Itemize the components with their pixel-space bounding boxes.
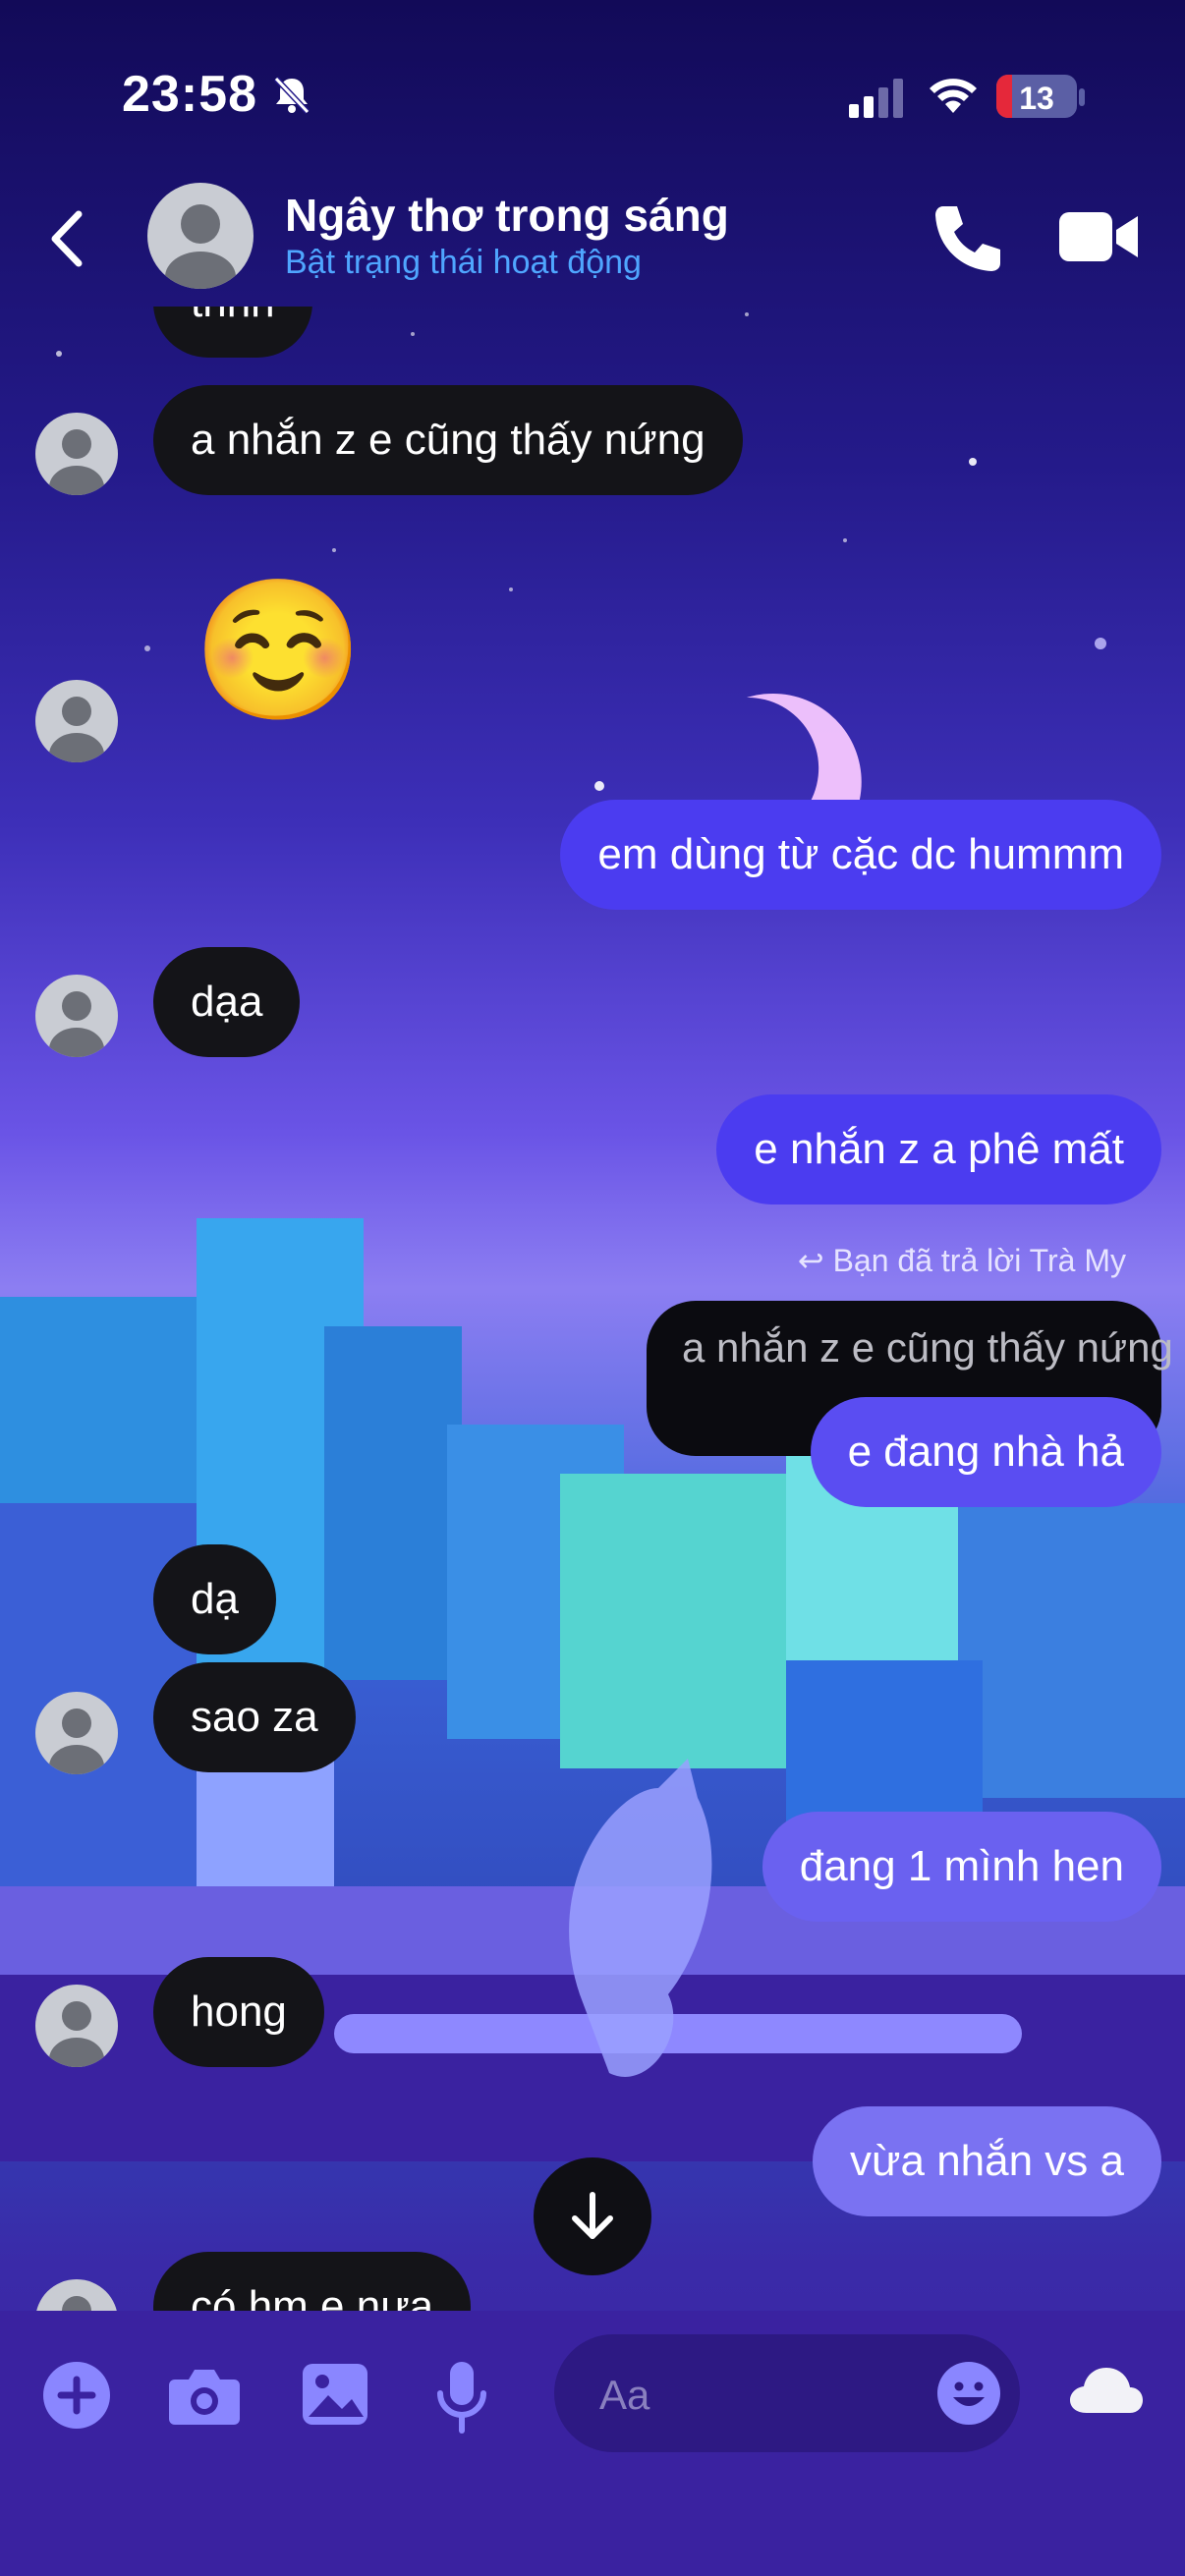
message-list[interactable]: tnhh a nhắn z e cũng thấy nứng ☺️ em dùn… bbox=[0, 307, 1185, 2311]
cloud-icon[interactable] bbox=[1069, 2362, 1144, 2421]
battery-level: 13 bbox=[1019, 81, 1054, 116]
reply-arrow-icon: ↩ bbox=[797, 1243, 833, 1278]
plus-icon[interactable] bbox=[41, 2360, 112, 2431]
activity-status-link[interactable]: Bật trạng thái hoạt động bbox=[285, 244, 642, 282]
sender-avatar[interactable] bbox=[35, 975, 118, 1057]
message-incoming[interactable]: sao za bbox=[153, 1662, 356, 1772]
microphone-icon[interactable] bbox=[434, 2360, 489, 2435]
reply-note-text: Bạn đã trả lời Trà My bbox=[832, 1243, 1126, 1278]
message-input-placeholder: Aa bbox=[599, 2372, 650, 2418]
sender-avatar[interactable] bbox=[35, 2279, 118, 2311]
message-outgoing[interactable]: e đang nhà hả bbox=[810, 1397, 1161, 1507]
phone-icon[interactable] bbox=[930, 200, 1004, 275]
chat-header: Ngây thơ trong sáng Bật trạng thái hoạt … bbox=[0, 177, 1185, 305]
message-incoming[interactable]: dạ bbox=[153, 1544, 276, 1654]
message-outgoing[interactable]: vừa nhắn vs a bbox=[813, 2106, 1161, 2216]
arrow-down-icon bbox=[572, 2192, 613, 2239]
reply-indicator: ↩ Bạn đã trả lời Trà My bbox=[798, 1242, 1126, 1279]
sender-avatar[interactable] bbox=[35, 1985, 118, 2067]
video-icon[interactable] bbox=[1057, 202, 1140, 271]
image-icon[interactable] bbox=[301, 2360, 369, 2429]
sender-avatar[interactable] bbox=[35, 680, 118, 762]
status-bar: 23:58 13 bbox=[0, 63, 1185, 134]
signal-icon bbox=[849, 79, 903, 118]
contact-avatar[interactable] bbox=[147, 183, 254, 289]
scroll-to-bottom-button[interactable] bbox=[534, 2157, 651, 2275]
back-icon[interactable] bbox=[39, 204, 98, 273]
message-incoming[interactable]: dạa bbox=[153, 947, 301, 1057]
clock: 23:58 bbox=[122, 66, 257, 123]
bell-off-icon bbox=[273, 76, 310, 115]
contact-name[interactable]: Ngây thơ trong sáng bbox=[285, 189, 729, 242]
message-outgoing[interactable]: đang 1 mình hen bbox=[762, 1812, 1161, 1922]
message-incoming[interactable]: có hm e nưa bbox=[153, 2252, 472, 2311]
sender-avatar[interactable] bbox=[35, 1692, 118, 1774]
emoji-icon[interactable] bbox=[935, 2360, 1002, 2427]
message-outgoing[interactable]: e nhắn z a phê mất bbox=[716, 1094, 1161, 1204]
message-input[interactable]: Aa bbox=[554, 2334, 1020, 2452]
message-outgoing[interactable]: em dùng từ cặc dc hummm bbox=[560, 800, 1161, 910]
composer-bar: Aa bbox=[0, 2311, 1185, 2576]
message-incoming[interactable]: hong bbox=[153, 1957, 324, 2067]
message-incoming[interactable]: a nhắn z e cũng thấy nứng bbox=[153, 385, 743, 495]
camera-icon[interactable] bbox=[167, 2360, 242, 2431]
emoji-message[interactable]: ☺️ bbox=[193, 572, 364, 729]
battery-indicator: 13 bbox=[996, 75, 1077, 118]
message-incoming[interactable]: tnhh bbox=[153, 307, 312, 358]
sender-avatar[interactable] bbox=[35, 413, 118, 495]
wifi-icon bbox=[930, 79, 977, 113]
